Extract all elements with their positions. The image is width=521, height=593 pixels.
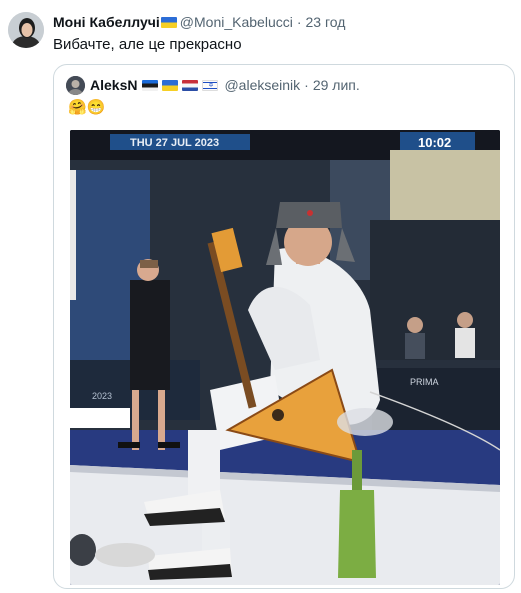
- netherlands-flag-icon: [182, 79, 199, 91]
- ukraine-flag-icon: [160, 16, 177, 28]
- tweet-header: Моні Кабеллучі @Moni_Kabelucci · 23 год: [53, 14, 345, 30]
- quoted-tweet-photo[interactable]: THU 27 JUL 2023 10:02 PRIMA 2023: [70, 130, 500, 585]
- quoted-tweet-header: AleksN ✡ @alekseinik · 29 лип.: [90, 77, 360, 93]
- quoted-author-handle[interactable]: @alekseinik: [224, 77, 300, 93]
- quoted-tweet-card[interactable]: AleksN ✡ @alekseinik · 29 лип. 🤗😁 THU 27…: [53, 64, 515, 589]
- quoted-timestamp[interactable]: 29 лип.: [313, 77, 360, 93]
- estonia-flag-icon: [142, 79, 159, 91]
- tweet-author-name[interactable]: Моні Кабеллучі: [53, 14, 160, 30]
- ukraine-flag-icon: [162, 79, 179, 91]
- separator-dot: ·: [296, 14, 302, 30]
- quoted-author-name[interactable]: AleksN: [90, 77, 137, 93]
- tweet-timestamp[interactable]: 23 год: [306, 14, 346, 30]
- separator-dot: ·: [304, 77, 309, 93]
- quoted-tweet-emoji: 🤗😁: [68, 99, 106, 116]
- scoreboard-date: THU 27 JUL 2023: [130, 137, 219, 149]
- arena-board-text: 2023: [92, 391, 112, 401]
- israel-flag-icon: ✡: [202, 79, 219, 91]
- tweet-author-handle[interactable]: @Moni_Kabelucci: [180, 14, 293, 30]
- arena-banner: PRIMA: [410, 377, 439, 387]
- tweet-author-avatar[interactable]: [8, 12, 44, 48]
- scoreboard-time: 10:02: [418, 135, 451, 150]
- tweet-text: Вибачте, але це прекрасно: [53, 36, 242, 53]
- quoted-author-avatar[interactable]: [66, 76, 85, 95]
